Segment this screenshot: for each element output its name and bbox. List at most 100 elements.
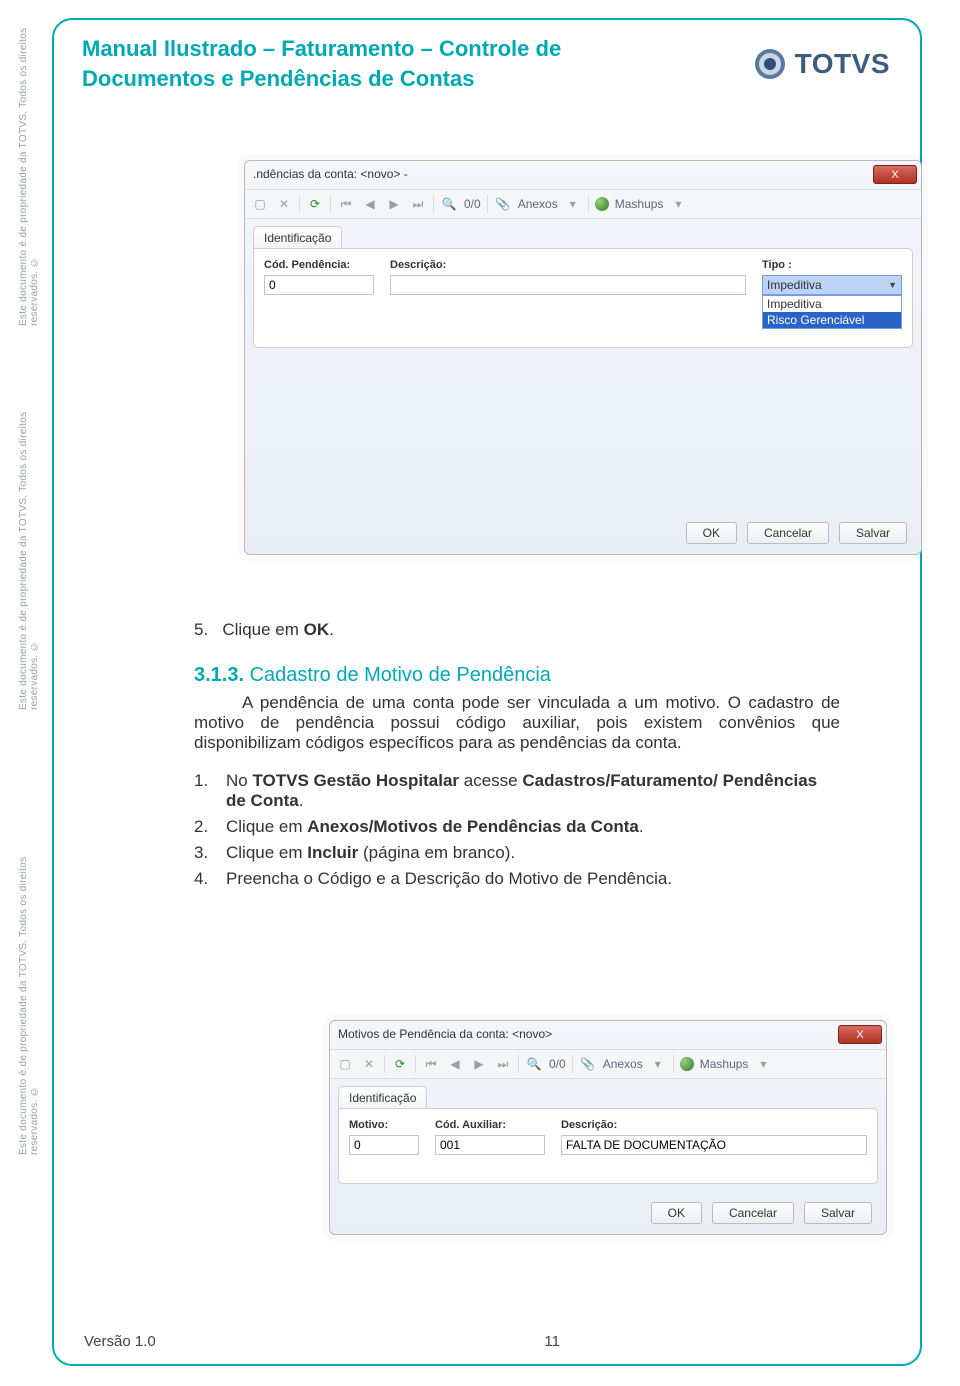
first-icon[interactable]: ⏮ — [422, 1055, 440, 1073]
input-cod-auxiliar[interactable] — [435, 1135, 545, 1155]
section-title: Cadastro de Motivo de Pendência — [250, 664, 551, 686]
last-icon[interactable]: ⏭ — [494, 1055, 512, 1073]
form-area-1: Cód. Pendência: Descrição: Tipo : Impedi… — [253, 248, 913, 348]
screenshot-motivos: Motivos de Pendência da conta: <novo> X … — [329, 1020, 887, 1235]
step-5-bold: OK — [304, 620, 330, 639]
dialog-buttons-2: OK Cancelar Salvar — [651, 1202, 872, 1224]
mashups-menu[interactable]: Mashups — [700, 1057, 749, 1071]
label-tipo: Tipo : — [762, 259, 902, 271]
separator — [384, 1055, 385, 1073]
cancelar-button[interactable]: Cancelar — [712, 1202, 794, 1224]
window-titlebar-1: .ndências da conta: <novo> - X — [245, 161, 921, 189]
tipo-option-risco[interactable]: Risco Gerenciável — [763, 312, 901, 328]
attach-icon[interactable]: 📎 — [494, 195, 512, 213]
salvar-button[interactable]: Salvar — [839, 522, 907, 544]
dialog-window-1: .ndências da conta: <novo> - X ▢ ✕ ⟳ ⏮ ◀… — [244, 160, 922, 555]
page-number: 11 — [544, 1333, 560, 1350]
record-counter: 0/0 — [464, 197, 481, 211]
close-button[interactable]: X — [873, 165, 917, 184]
input-descricao[interactable] — [390, 275, 746, 295]
last-icon[interactable]: ⏭ — [409, 195, 427, 213]
chevron-down-icon: ▼ — [888, 280, 897, 290]
step-5-end: . — [329, 620, 334, 639]
side-ownership-2: Este documento é de propriedade da TOTVS… — [18, 410, 40, 710]
anexos-menu[interactable]: Anexos — [603, 1057, 643, 1071]
anexos-menu[interactable]: Anexos — [518, 197, 558, 211]
salvar-button[interactable]: Salvar — [804, 1202, 872, 1224]
step-5-text: Clique em — [222, 620, 303, 639]
text: (página em branco). — [358, 843, 515, 862]
select-tipo-value: Impeditiva — [767, 278, 822, 292]
screenshot-pendencias: .ndências da conta: <novo> - X ▢ ✕ ⟳ ⏮ ◀… — [244, 160, 922, 555]
select-tipo[interactable]: Impeditiva ▼ — [762, 275, 902, 295]
label-descricao: Descrição: — [390, 259, 746, 271]
chevron-down-icon[interactable]: ▾ — [564, 195, 582, 213]
step-num: 4. — [194, 869, 216, 889]
toolbar-2: ▢ ✕ ⟳ ⏮ ◀ ▶ ⏭ 🔍 0/0 📎 Anexos ▾ Mashups ▾ — [330, 1049, 886, 1079]
prev-icon[interactable]: ◀ — [361, 195, 379, 213]
list-item: 2. Clique em Anexos/Motivos de Pendência… — [194, 817, 840, 837]
text: No — [226, 771, 252, 790]
label-cod-auxiliar: Cód. Auxiliar: — [435, 1119, 545, 1131]
chevron-down-icon[interactable]: ▾ — [754, 1055, 772, 1073]
label-descricao-2: Descrição: — [561, 1119, 867, 1131]
chevron-down-icon[interactable]: ▾ — [669, 195, 687, 213]
search-icon[interactable]: 🔍 — [440, 195, 458, 213]
refresh-icon[interactable]: ⟳ — [306, 195, 324, 213]
delete-icon[interactable]: ✕ — [360, 1055, 378, 1073]
separator — [487, 195, 488, 213]
step-num: 1. — [194, 771, 216, 811]
first-icon[interactable]: ⏮ — [337, 195, 355, 213]
cancelar-button[interactable]: Cancelar — [747, 522, 829, 544]
mashups-menu[interactable]: Mashups — [615, 197, 664, 211]
chevron-down-icon[interactable]: ▾ — [649, 1055, 667, 1073]
brand-logo: TOTVS — [753, 47, 890, 81]
label-cod-pendencia: Cód. Pendência: — [264, 259, 374, 271]
globe-icon[interactable] — [595, 197, 609, 211]
page-footer: Versão 1.0 11 — [84, 1333, 890, 1350]
page-frame: Manual Ilustrado – Faturamento – Control… — [52, 18, 922, 1366]
text-bold: Anexos/Motivos de Pendências da Conta — [307, 817, 639, 836]
input-cod-pendencia[interactable] — [264, 275, 374, 295]
next-icon[interactable]: ▶ — [385, 195, 403, 213]
separator — [673, 1055, 674, 1073]
dialog-window-2: Motivos de Pendência da conta: <novo> X … — [329, 1020, 887, 1235]
label-motivo: Motivo: — [349, 1119, 419, 1131]
new-icon[interactable]: ▢ — [251, 195, 269, 213]
input-descricao-2[interactable] — [561, 1135, 867, 1155]
input-motivo[interactable] — [349, 1135, 419, 1155]
prev-icon[interactable]: ◀ — [446, 1055, 464, 1073]
separator — [433, 195, 434, 213]
select-tipo-dropdown[interactable]: Impeditiva Risco Gerenciável — [762, 295, 902, 329]
ok-button[interactable]: OK — [686, 522, 737, 544]
attach-icon[interactable]: 📎 — [579, 1055, 597, 1073]
separator — [588, 195, 589, 213]
separator — [572, 1055, 573, 1073]
next-icon[interactable]: ▶ — [470, 1055, 488, 1073]
new-icon[interactable]: ▢ — [336, 1055, 354, 1073]
text: Clique em — [226, 843, 307, 862]
step-5: 5. Clique em OK. — [194, 620, 840, 640]
globe-icon[interactable] — [680, 1057, 694, 1071]
list-item: 1. No TOTVS Gestão Hospitalar acesse Cad… — [194, 771, 840, 811]
tipo-option-impeditiva[interactable]: Impeditiva — [763, 296, 901, 312]
section-heading: 3.1.3. Cadastro de Motivo de Pendência — [194, 664, 840, 687]
ok-button[interactable]: OK — [651, 1202, 702, 1224]
section-paragraph: A pendência de uma conta pode ser vincul… — [194, 693, 840, 753]
text: . — [299, 791, 304, 810]
search-icon[interactable]: 🔍 — [525, 1055, 543, 1073]
text-bold: TOTVS Gestão Hospitalar — [252, 771, 459, 790]
delete-icon[interactable]: ✕ — [275, 195, 293, 213]
step-num: 2. — [194, 817, 216, 837]
step-num: 3. — [194, 843, 216, 863]
toolbar-1: ▢ ✕ ⟳ ⏮ ◀ ▶ ⏭ 🔍 0/0 📎 Anexos ▾ Mashups ▾ — [245, 189, 921, 219]
steps-list: 1. No TOTVS Gestão Hospitalar acesse Cad… — [194, 771, 840, 889]
step-5-num: 5. — [194, 620, 208, 639]
side-ownership-3: Este documento é de propriedade da TOTVS… — [18, 855, 40, 1155]
tab-identificacao[interactable]: Identificação — [253, 226, 342, 249]
separator — [299, 195, 300, 213]
refresh-icon[interactable]: ⟳ — [391, 1055, 409, 1073]
logo-icon — [753, 47, 787, 81]
tab-identificacao-2[interactable]: Identificação — [338, 1086, 427, 1109]
close-button[interactable]: X — [838, 1025, 882, 1044]
